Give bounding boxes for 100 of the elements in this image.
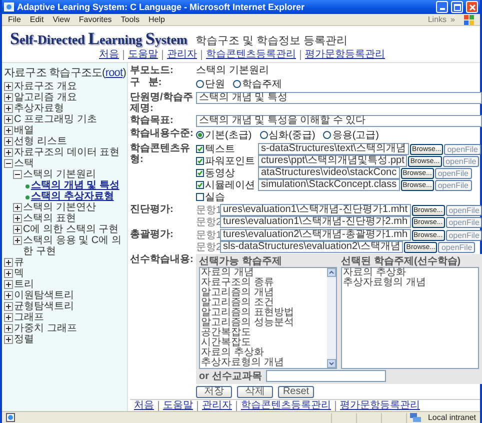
expand-icon[interactable] xyxy=(13,203,22,212)
list-item[interactable]: 알고리즘의 개념 xyxy=(201,288,326,298)
scroll-up-icon[interactable] xyxy=(327,268,336,277)
checkbox[interactable] xyxy=(196,181,204,189)
chevron[interactable]: » xyxy=(450,15,455,24)
list-item[interactable]: 자료의 개념 xyxy=(201,268,326,278)
maximize-button[interactable] xyxy=(451,1,463,13)
scrollbar[interactable] xyxy=(327,268,336,368)
expand-icon[interactable] xyxy=(4,280,13,289)
expand-icon[interactable] xyxy=(4,269,13,278)
expand-icon[interactable] xyxy=(4,137,13,146)
expand-icon[interactable] xyxy=(4,115,13,124)
path-field[interactable]: ctures\ppt\스택의개념및특성.ppt xyxy=(258,155,408,167)
tree-item[interactable]: 큐 xyxy=(14,257,24,268)
expand-icon[interactable] xyxy=(4,148,13,157)
checkbox[interactable] xyxy=(196,157,204,165)
available-topics-list[interactable]: 자료의 개념 자료구조의 종류 알고리즘의 개념 알고리즘의 조건 알고리즘의 표현방법 알고리즘의 성능분석 공간복잡도 시간복잡도 자료의 추상화 추상자료형의 개념 xyxy=(199,267,338,369)
form-button[interactable]: 저장 xyxy=(196,386,232,398)
selected-topics-list[interactable]: 자료의 추상화 추상자료형의 개념 xyxy=(341,267,480,369)
prior-course-field[interactable] xyxy=(266,370,386,382)
path-field[interactable]: simulation\StackConcept.class xyxy=(258,179,400,191)
menu-item[interactable]: Edit xyxy=(30,15,44,24)
nav-link[interactable]: 평가문항등록관리 xyxy=(300,50,389,60)
close-button[interactable] xyxy=(466,1,478,13)
tree-item[interactable]: 선형 리스트 xyxy=(14,136,67,147)
menu-item[interactable]: File xyxy=(8,15,21,24)
expand-icon[interactable] xyxy=(4,335,13,344)
list-item[interactable]: 알고리즘의 표현방법 xyxy=(201,308,326,318)
tree-item[interactable]: 정렬 xyxy=(14,334,34,345)
expand-icon[interactable] xyxy=(4,302,13,311)
tree-item[interactable]: 스택 xyxy=(14,158,34,169)
tree-item[interactable]: 균형탐색트리 xyxy=(14,301,74,312)
tree-item[interactable]: 배열 xyxy=(14,125,34,136)
radio-button[interactable] xyxy=(233,80,241,88)
expand-icon[interactable] xyxy=(4,291,13,300)
nav-link[interactable]: 처음 xyxy=(130,401,158,411)
radio-button[interactable] xyxy=(196,131,204,139)
expand-icon[interactable] xyxy=(4,324,13,333)
expand-icon[interactable] xyxy=(4,93,13,102)
list-item[interactable]: 공간복잡도 xyxy=(201,328,326,338)
expand-icon[interactable] xyxy=(4,258,13,267)
expand-icon[interactable] xyxy=(4,126,13,135)
scroll-down-icon[interactable] xyxy=(327,359,336,368)
path-field[interactable]: ures\evaluation1\스택개념-진단평가1.mht xyxy=(220,204,411,216)
path-field[interactable]: tures\evaluation1\스택개념-진단평가2.mh xyxy=(220,216,411,228)
unit-name-field[interactable]: 스택의 개념 및 특성 xyxy=(196,92,482,104)
tree-item[interactable]: 덱 xyxy=(14,268,24,279)
list-item[interactable]: 알고리즘의 성능분석 xyxy=(201,318,326,328)
path-field[interactable]: sls-dataStructures\evaluation2\스택개념 xyxy=(220,241,404,253)
form-button[interactable]: 삭제 xyxy=(237,386,273,398)
expand-icon[interactable] xyxy=(13,236,22,245)
tree-item[interactable]: 자료구조의 데이터 표현 xyxy=(14,147,120,158)
checkbox[interactable] xyxy=(196,145,204,153)
nav-link[interactable]: 학습콘텐츠등록관리 xyxy=(201,50,300,60)
path-field[interactable]: s-dataStructures\text\스택의개념 xyxy=(258,143,410,155)
path-field[interactable]: ataStructures\video\stackConc xyxy=(258,167,400,179)
root-link[interactable]: root xyxy=(105,67,123,79)
expand-icon[interactable] xyxy=(4,313,13,322)
path-field[interactable]: tures\evaluation2\스택개념-총괄평가1.mh xyxy=(220,229,411,241)
tree-item[interactable]: C에 의한 스택의 구현 xyxy=(23,224,119,235)
minimize-button[interactable] xyxy=(436,1,448,13)
tree-item[interactable]: 자료구조 개요 xyxy=(14,81,77,92)
checkbox[interactable] xyxy=(196,169,204,177)
tree-link[interactable]: 스택의 추상자료형 xyxy=(31,191,114,202)
tree-item[interactable]: 알고리즘 개요 xyxy=(14,92,77,103)
tree-item[interactable]: 트리 xyxy=(14,279,34,290)
expand-icon[interactable] xyxy=(13,225,22,234)
collapse-icon[interactable] xyxy=(4,159,13,168)
collapse-icon[interactable] xyxy=(13,170,22,179)
list-item[interactable]: 자료구조의 종류 xyxy=(201,278,326,288)
tree-link[interactable]: 스택의 개념 및 특성 xyxy=(31,180,120,191)
objective-field[interactable]: 스택의 개념 및 특성을 이해할 수 있다 xyxy=(196,115,482,127)
links-label[interactable]: Links xyxy=(428,15,447,24)
radio-button[interactable] xyxy=(323,131,332,139)
list-item[interactable]: 추상자료형의 개념 xyxy=(343,278,478,288)
checkbox[interactable] xyxy=(196,193,204,201)
tree-item[interactable]: 스택의 응용 및 C에 의한 구현 xyxy=(23,235,126,257)
list-item[interactable]: 알고리즘의 조건 xyxy=(201,298,326,308)
list-item[interactable]: 추상자료형의 개념 xyxy=(201,358,326,368)
list-item[interactable]: 자료의 추상화 xyxy=(343,268,478,278)
nav-link[interactable]: 관리자 xyxy=(162,50,201,60)
tree-item[interactable]: 스택의 기본원리 xyxy=(23,169,96,180)
menu-item[interactable]: Tools xyxy=(120,15,140,24)
tree-item[interactable]: C 프로그래밍 기초 xyxy=(14,114,97,125)
tree-item[interactable]: 스택의 표현 xyxy=(23,213,76,224)
list-item[interactable]: 시간복잡도 xyxy=(201,338,326,348)
menu-item[interactable]: Favorites xyxy=(78,15,112,24)
tree-item[interactable]: 그래프 xyxy=(14,312,44,323)
radio-button[interactable] xyxy=(196,80,204,88)
list-item[interactable]: 자료의 추상화 xyxy=(201,348,326,358)
tree-item[interactable]: 스택의 기본연산 xyxy=(23,202,96,213)
expand-icon[interactable] xyxy=(4,82,13,91)
nav-link[interactable]: 도움말 xyxy=(123,50,162,60)
tree-item[interactable]: 가중치 그래프 xyxy=(14,323,77,334)
menu-item[interactable]: Help xyxy=(148,15,165,24)
form-button[interactable]: Reset xyxy=(278,386,314,398)
tree-item[interactable]: 이원탐색트리 xyxy=(14,290,74,301)
expand-icon[interactable] xyxy=(13,214,22,223)
radio-button[interactable] xyxy=(260,131,268,139)
nav-link[interactable]: 처음 xyxy=(95,50,123,60)
